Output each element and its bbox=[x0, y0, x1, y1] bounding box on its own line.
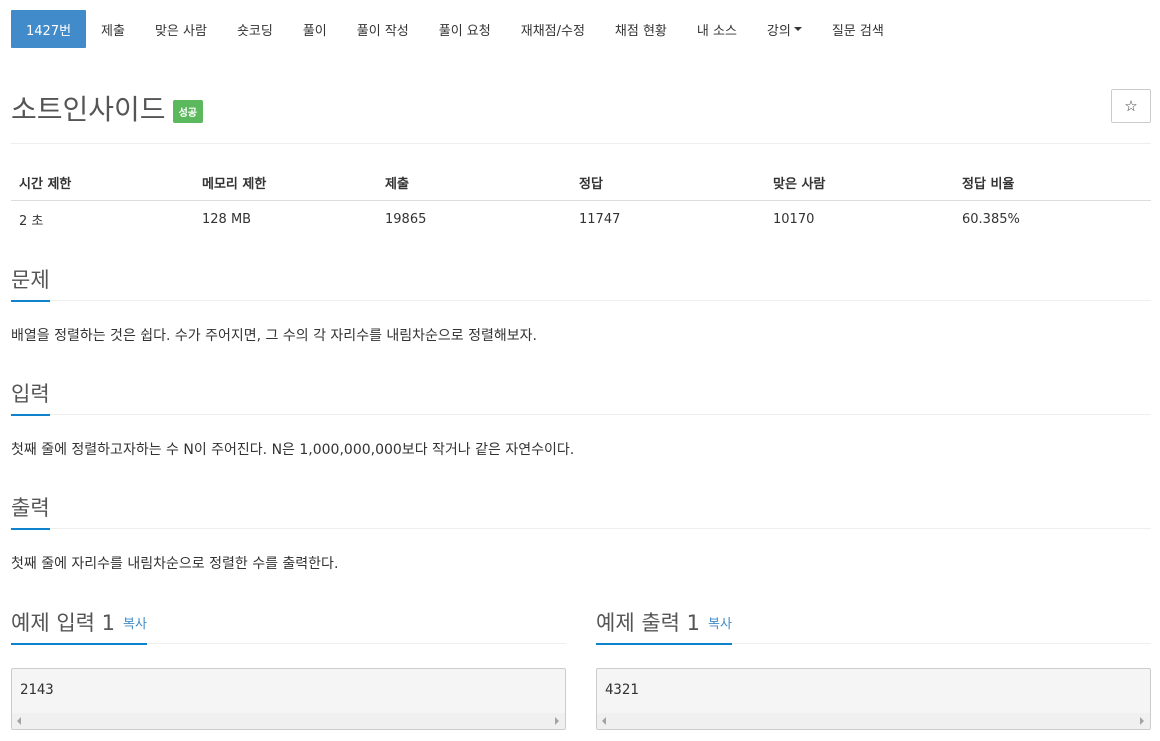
header-memory-limit: 메모리 제한 bbox=[194, 163, 377, 201]
sample-output-section: 예제 출력 1 복사 4321 bbox=[596, 607, 1151, 730]
sample-input-code: 2143 bbox=[20, 682, 54, 698]
header-accept-ratio: 정답 비율 bbox=[954, 163, 1151, 201]
sample-output-box[interactable]: 4321 bbox=[596, 668, 1151, 730]
header-accepted: 정답 bbox=[571, 163, 765, 201]
caret-down-icon bbox=[793, 27, 802, 31]
tab-request-solution[interactable]: 풀이 요청 bbox=[424, 10, 506, 48]
tab-rejudge[interactable]: 재채점/수정 bbox=[506, 10, 600, 48]
tab-judge-status[interactable]: 채점 현황 bbox=[600, 10, 682, 48]
divider bbox=[11, 143, 1151, 144]
table-row: 2 초 128 MB 19865 11747 10170 60.385% bbox=[11, 201, 1151, 238]
memory-limit-value: 128 MB bbox=[202, 212, 252, 227]
problem-heading: 문제 bbox=[11, 265, 50, 302]
problem-description-section: 문제 배열을 정렬하는 것은 쉽다. 수가 주어지면, 그 수의 각 자리수를 … bbox=[11, 264, 1151, 345]
tab-short-coding[interactable]: 숏코딩 bbox=[222, 10, 288, 48]
copy-sample-input-button[interactable]: 복사 bbox=[123, 617, 147, 632]
star-icon: ☆ bbox=[1124, 97, 1138, 115]
input-description: 첫째 줄에 정렬하고자하는 수 N이 주어진다. N은 1,000,000,00… bbox=[11, 442, 575, 458]
problem-description: 배열을 정렬하는 것은 쉽다. 수가 주어지면, 그 수의 각 자리수를 내림차… bbox=[11, 328, 537, 344]
output-section: 출력 첫째 줄에 자리수를 내림차순으로 정렬한 수를 출력한다. bbox=[11, 492, 1151, 573]
scroll-left-icon[interactable] bbox=[602, 717, 606, 725]
section-header: 입력 bbox=[11, 378, 1151, 416]
accepted-value: 11747 bbox=[579, 212, 621, 227]
header-time-limit: 시간 제한 bbox=[11, 163, 194, 201]
time-limit-value: 2 초 bbox=[19, 214, 44, 229]
problem-header: 소트인사이드 성공 bbox=[11, 88, 203, 128]
output-description: 첫째 줄에 자리수를 내림차순으로 정렬한 수를 출력한다. bbox=[11, 556, 339, 572]
problem-menu: 1427번 제출 맞은 사람 숏코딩 풀이 풀이 작성 풀이 요청 재채점/수정… bbox=[11, 10, 899, 48]
tab-problem[interactable]: 1427번 bbox=[11, 10, 87, 48]
sample-output-title: 예제 출력 1 bbox=[596, 611, 700, 635]
input-heading: 입력 bbox=[11, 379, 50, 416]
sample-input-title: 예제 입력 1 bbox=[11, 611, 115, 635]
scroll-right-icon[interactable] bbox=[555, 717, 559, 725]
header-submissions: 제출 bbox=[377, 163, 571, 201]
sample-output-heading: 예제 출력 1 복사 bbox=[596, 608, 732, 645]
output-heading: 출력 bbox=[11, 493, 50, 530]
accept-ratio-value: 60.385% bbox=[962, 212, 1020, 227]
tab-lectures-label: 강의 bbox=[766, 23, 791, 39]
horizontal-scrollbar[interactable] bbox=[12, 713, 565, 729]
tab-lectures-dropdown[interactable]: 강의 bbox=[752, 10, 817, 48]
problem-info-table: 시간 제한 메모리 제한 제출 정답 맞은 사람 정답 비율 2 초 128 M… bbox=[11, 163, 1151, 237]
copy-sample-output-button[interactable]: 복사 bbox=[708, 617, 732, 632]
scroll-right-icon[interactable] bbox=[1140, 717, 1144, 725]
scroll-left-icon[interactable] bbox=[17, 717, 21, 725]
favorite-button[interactable]: ☆ bbox=[1111, 89, 1151, 123]
tab-submit[interactable]: 제출 bbox=[86, 10, 140, 48]
sample-input-box[interactable]: 2143 bbox=[11, 668, 566, 730]
input-section: 입력 첫째 줄에 정렬하고자하는 수 N이 주어진다. N은 1,000,000… bbox=[11, 378, 1151, 459]
tab-my-source[interactable]: 내 소스 bbox=[682, 10, 752, 48]
submissions-value: 19865 bbox=[385, 212, 427, 227]
sample-input-section: 예제 입력 1 복사 2143 bbox=[11, 607, 566, 730]
section-header: 예제 출력 1 복사 bbox=[596, 607, 1151, 645]
tab-write-solution[interactable]: 풀이 작성 bbox=[342, 10, 424, 48]
horizontal-scrollbar[interactable] bbox=[597, 713, 1150, 729]
status-badge: 성공 bbox=[172, 99, 203, 123]
section-header: 예제 입력 1 복사 bbox=[11, 607, 566, 645]
sample-output-code: 4321 bbox=[605, 682, 639, 698]
problem-title: 소트인사이드 bbox=[11, 93, 166, 126]
tab-accepted-users[interactable]: 맞은 사람 bbox=[140, 10, 222, 48]
table-header-row: 시간 제한 메모리 제한 제출 정답 맞은 사람 정답 비율 bbox=[11, 163, 1151, 201]
tab-question-search[interactable]: 질문 검색 bbox=[817, 10, 899, 48]
tab-solutions[interactable]: 풀이 bbox=[288, 10, 342, 48]
header-accepted-users: 맞은 사람 bbox=[765, 163, 954, 201]
section-header: 문제 bbox=[11, 264, 1151, 302]
accepted-users-value: 10170 bbox=[773, 212, 815, 227]
sample-input-heading: 예제 입력 1 복사 bbox=[11, 608, 147, 645]
section-header: 출력 bbox=[11, 492, 1151, 530]
